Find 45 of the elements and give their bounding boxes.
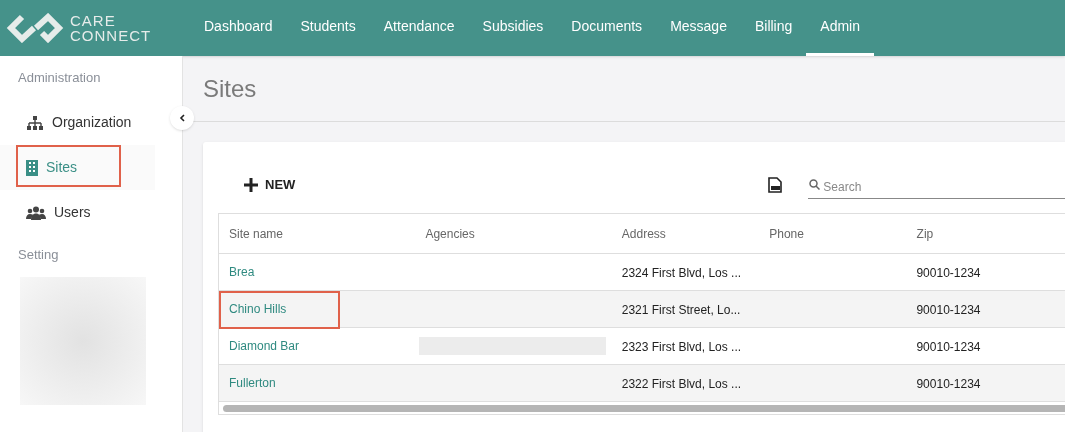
table-cell: 90010-1234 bbox=[916, 266, 981, 280]
table-cell: 2324 First Blvd, Los ... bbox=[621, 266, 742, 280]
nav-tab[interactable]: Subsidies bbox=[468, 0, 558, 56]
column-header: Phone bbox=[768, 225, 805, 243]
nav-tab[interactable]: Message bbox=[656, 0, 741, 56]
site-link[interactable]: Fullerton bbox=[229, 374, 276, 392]
column-header: Address bbox=[620, 225, 667, 243]
logo-icon bbox=[6, 13, 64, 43]
document-icon[interactable] bbox=[768, 177, 783, 193]
plus-icon bbox=[244, 178, 258, 192]
nav-tab[interactable]: Documents bbox=[557, 0, 657, 56]
sidebar-item[interactable]: Users bbox=[0, 190, 155, 235]
table-cell: 2321 First Street, Lo... bbox=[621, 303, 741, 317]
users-icon bbox=[26, 205, 46, 220]
site-link[interactable]: Brea bbox=[229, 263, 255, 281]
section-title: Administration bbox=[17, 69, 102, 87]
table-cell: 90010-1234 bbox=[916, 340, 981, 354]
building-icon bbox=[26, 159, 38, 176]
column-header: Site name bbox=[228, 225, 285, 243]
new-button[interactable]: NEW bbox=[244, 175, 296, 195]
sidebar-item[interactable]: Sites bbox=[0, 145, 155, 190]
collapse-button[interactable] bbox=[170, 106, 194, 130]
nav-tab[interactable]: Admin bbox=[806, 0, 874, 56]
nav-tab[interactable]: Dashboard bbox=[190, 0, 287, 56]
table-cell: 90010-1234 bbox=[916, 303, 981, 317]
section-title: Setting bbox=[17, 246, 60, 264]
site-link[interactable]: Diamond Bar bbox=[229, 337, 300, 355]
table-cell: 90010-1234 bbox=[916, 377, 981, 391]
column-header: Agencies bbox=[424, 225, 476, 243]
logo-text: CARE bbox=[70, 13, 117, 28]
nav-tab[interactable]: Students bbox=[286, 0, 370, 56]
logo-text: CONNECT bbox=[70, 28, 152, 43]
nav-tab[interactable]: Attendance bbox=[369, 0, 469, 56]
chevron-left-icon bbox=[179, 114, 185, 122]
sidebar-item[interactable]: Organization bbox=[0, 100, 155, 145]
table-cell: 2323 First Blvd, Los ... bbox=[621, 340, 742, 354]
nav-tab[interactable]: Billing bbox=[740, 0, 807, 56]
page-title: Sites bbox=[203, 73, 257, 104]
search-icon bbox=[809, 179, 821, 190]
column-header: Zip bbox=[915, 225, 935, 243]
site-link[interactable]: Chino Hills bbox=[229, 300, 287, 318]
search-field[interactable]: Search bbox=[808, 176, 1065, 199]
table-cell: 2322 First Blvd, Los ... bbox=[621, 377, 742, 391]
hierarchy-icon bbox=[26, 115, 44, 130]
scrollbar[interactable] bbox=[223, 404, 1065, 412]
